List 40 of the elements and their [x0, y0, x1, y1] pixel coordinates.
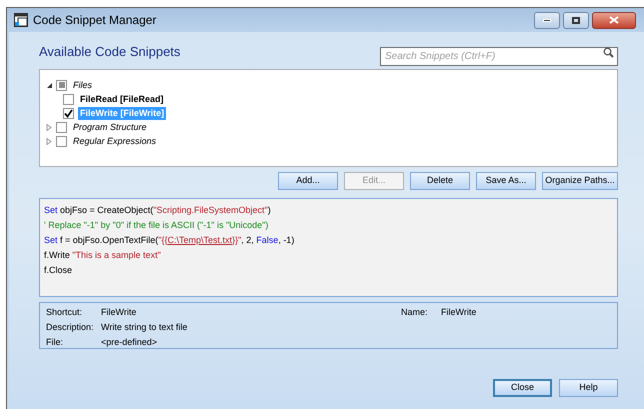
- checkbox[interactable]: [56, 80, 67, 90]
- field-label: Shortcut:: [46, 307, 82, 318]
- expand-icon[interactable]: [46, 138, 52, 144]
- close-icon: [609, 16, 619, 24]
- checkbox[interactable]: [63, 108, 74, 118]
- tree-category[interactable]: Program Structure: [71, 120, 149, 134]
- search-icon: [603, 46, 614, 58]
- tree-item[interactable]: FileRead [FileRead]: [78, 92, 166, 106]
- tree-category[interactable]: Regular Expressions: [71, 134, 158, 148]
- window-title: Code Snippet Manager: [33, 12, 156, 29]
- action-button[interactable]: Add...: [278, 172, 338, 190]
- dialog-button[interactable]: Close: [493, 379, 552, 397]
- field-label: Name:: [401, 307, 428, 318]
- minimize-button[interactable]: [534, 12, 560, 28]
- field-value: FileWrite: [441, 307, 476, 318]
- tree-category[interactable]: Files: [71, 78, 94, 92]
- code-line: f.Write "This is a sample text": [44, 249, 161, 262]
- field-label: Description:: [46, 322, 94, 333]
- field-value: FileWrite: [101, 307, 136, 318]
- dialog-button[interactable]: Help: [559, 379, 618, 397]
- code-line: Set objFso = CreateObject("Scripting.FileSystemObject"): [44, 204, 271, 217]
- code-line: f.Close: [44, 264, 72, 277]
- field-value: Write string to text file: [101, 322, 188, 333]
- close-button[interactable]: [592, 12, 636, 28]
- code-line: Set f = objFso.OpenTextFile("{{C:\Temp\Test.txt}}", 2, False, -1): [44, 234, 294, 247]
- checkbox[interactable]: [56, 122, 67, 132]
- checkbox[interactable]: [63, 94, 74, 104]
- action-button[interactable]: Delete: [410, 172, 470, 190]
- maximize-button[interactable]: [563, 12, 589, 28]
- collapse-icon[interactable]: [46, 82, 52, 88]
- field-value: <pre-defined>: [101, 337, 158, 348]
- action-button[interactable]: Save As...: [476, 172, 536, 190]
- action-button[interactable]: Organize Paths...: [542, 172, 618, 190]
- expand-icon[interactable]: [46, 124, 52, 130]
- app-icon: [14, 13, 28, 27]
- section-heading: Available Code Snippets: [39, 43, 180, 62]
- field-label: File:: [46, 337, 64, 348]
- search-field[interactable]: Search Snippets (Ctrl+F): [380, 46, 618, 66]
- checkbox[interactable]: [56, 136, 67, 146]
- code-line: ' Replace "-1" by "0" if the file is ASCII ("-1" is "Unicode"): [44, 219, 268, 232]
